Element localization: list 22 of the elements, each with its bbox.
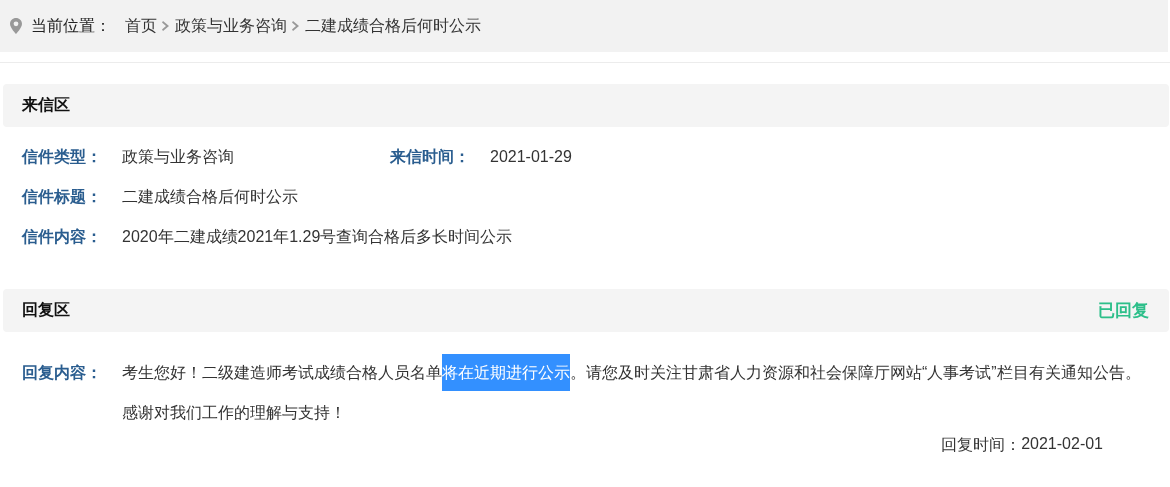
breadcrumb-link[interactable]: 二建成绩合格后何时公示: [305, 15, 481, 37]
reply-time-label: 回复时间：: [941, 435, 1022, 455]
reply-time: 2021-02-01: [1021, 435, 1103, 454]
field-value: 政策与业务咨询: [122, 147, 234, 167]
breadcrumb-link[interactable]: 首页: [125, 15, 157, 37]
section-title: 来信区: [22, 95, 70, 115]
location-pin-icon: [10, 18, 22, 34]
chevron-icon: [292, 21, 300, 31]
field-value: 2021-01-29: [490, 147, 572, 167]
field-value: 2020年二建成绩2021年1.29号查询合格后多长时间公示: [122, 227, 513, 247]
reply-status: 已回复: [1098, 300, 1149, 322]
field-label: 来信时间：: [390, 147, 471, 167]
field-label: 信件内容：: [22, 227, 103, 247]
field-label: 回复内容：: [22, 363, 103, 383]
breadcrumb-link[interactable]: 政策与业务咨询: [175, 15, 287, 37]
field-value: 二建成绩合格后何时公示: [122, 187, 298, 207]
breadcrumb-label: 当前位置：: [31, 15, 111, 36]
section-title: 回复区: [22, 300, 70, 320]
reply-text: 考生您好！二级建造师考试成绩合格人员名单将在近期进行公示。请您及时关注甘肃省人力资源和社会保障厅网站“人事考试”栏目有关通知公告。感谢对我们工作的理解与支持！: [122, 353, 1152, 433]
field-label: 信件标题：: [22, 187, 103, 207]
field-label: 信件类型：: [22, 147, 103, 167]
chevron-icon: [162, 21, 170, 31]
